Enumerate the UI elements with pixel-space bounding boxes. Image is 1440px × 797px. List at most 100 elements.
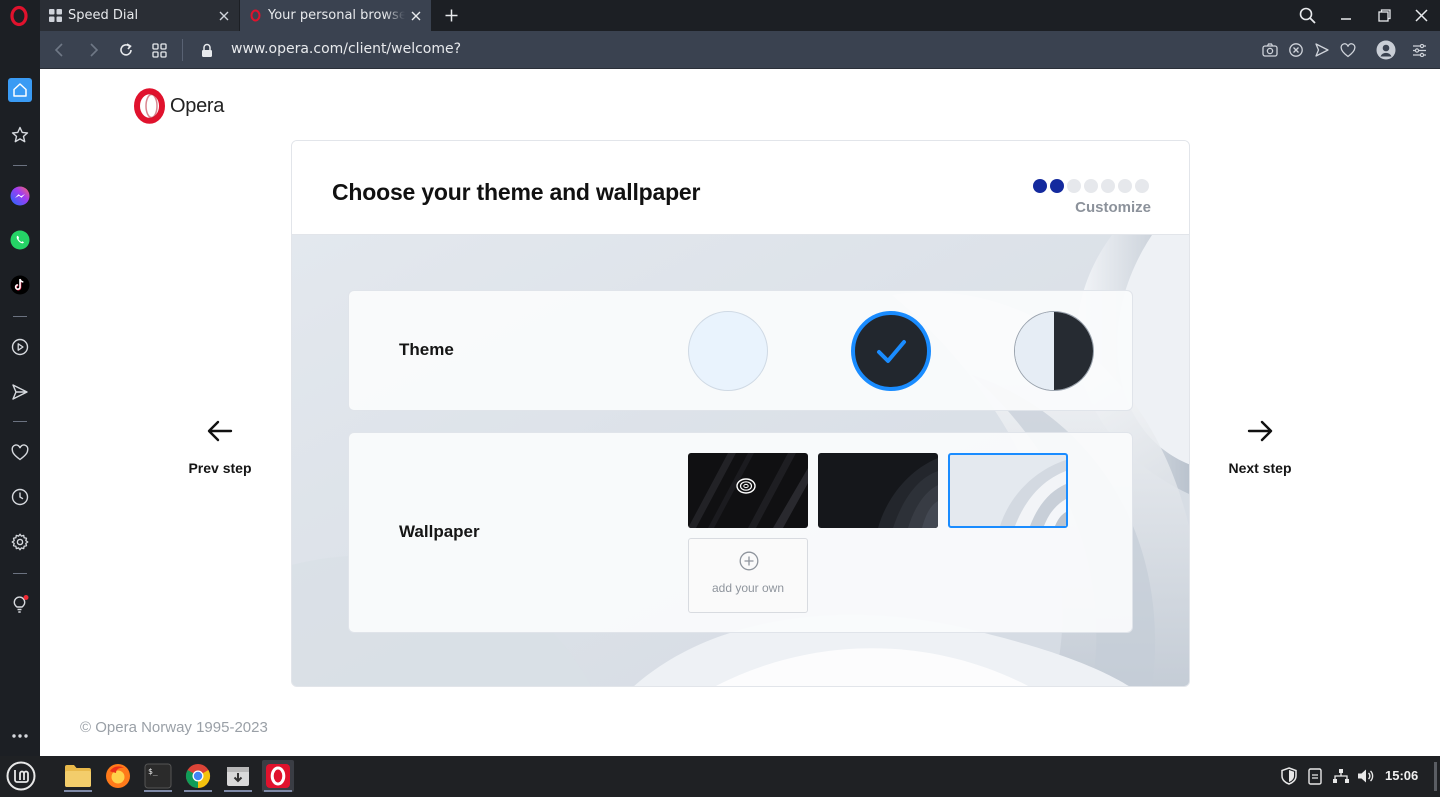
- theme-auto-option[interactable]: [1014, 311, 1094, 391]
- firefox-icon[interactable]: [102, 760, 134, 792]
- heart-icon[interactable]: [1338, 40, 1358, 60]
- svg-text:$_: $_: [148, 767, 158, 776]
- card-body: Theme Wallpaper add your own: [292, 235, 1189, 686]
- add-own-wallpaper-button[interactable]: add your own: [688, 538, 808, 613]
- add-own-label: add your own: [711, 581, 785, 595]
- tab-speed-dial[interactable]: Speed Dial: [40, 0, 239, 31]
- wallpaper-dark-logo[interactable]: [688, 453, 808, 528]
- messenger-icon[interactable]: [8, 184, 32, 208]
- files-icon[interactable]: [62, 760, 94, 792]
- opera-logo-icon: [134, 88, 165, 124]
- next-step-button[interactable]: Next step: [1205, 416, 1315, 476]
- minimize-icon[interactable]: [1333, 3, 1359, 27]
- wallpaper-label: Wallpaper: [399, 522, 480, 541]
- sidebar-divider: [13, 573, 27, 574]
- tab-snapshot-icon[interactable]: [148, 39, 170, 61]
- wallpaper-preview: [878, 458, 938, 528]
- archive-manager-icon[interactable]: [222, 760, 254, 792]
- terminal-icon[interactable]: $_: [142, 760, 174, 792]
- mint-menu-icon[interactable]: [5, 760, 37, 792]
- progress-dot: [1033, 179, 1047, 193]
- tips-icon[interactable]: [8, 592, 32, 616]
- sidebar-divider: [13, 421, 27, 422]
- wallpaper-light-waves[interactable]: [948, 453, 1068, 528]
- send-icon[interactable]: [8, 380, 32, 404]
- close-window-icon[interactable]: [1408, 3, 1434, 27]
- step-label: Customize: [1075, 199, 1151, 216]
- tab-title: Speed Dial: [68, 8, 139, 23]
- network-icon[interactable]: [1331, 766, 1351, 786]
- heart-icon[interactable]: [8, 440, 32, 464]
- opera-logo[interactable]: Opera: [133, 88, 224, 124]
- settings-icon[interactable]: [8, 530, 32, 554]
- copyright-footer: © Opera Norway 1995-2023: [80, 719, 268, 736]
- new-tab-icon[interactable]: [440, 4, 462, 26]
- running-indicator: [264, 790, 292, 792]
- profile-avatar-icon[interactable]: [1375, 39, 1397, 61]
- clipboard-icon[interactable]: [1305, 766, 1325, 786]
- running-indicator: [144, 790, 172, 792]
- home-icon[interactable]: [8, 78, 32, 102]
- progress-dot: [1118, 179, 1132, 193]
- sidebar-divider: [13, 316, 27, 317]
- progress-dot: [1135, 179, 1149, 193]
- progress-dot: [1084, 179, 1098, 193]
- back-icon[interactable]: [49, 39, 71, 61]
- wallpaper-panel: Wallpaper add your own: [348, 432, 1133, 633]
- volume-icon[interactable]: [1356, 766, 1376, 786]
- page-title: Choose your theme and wallpaper: [332, 179, 701, 205]
- progress-dot: [1101, 179, 1115, 193]
- bookmarks-icon[interactable]: [8, 123, 32, 147]
- tab-title: Your personal browser is ready: [268, 8, 405, 23]
- plus-circle-icon: [739, 551, 759, 571]
- restore-icon[interactable]: [1371, 3, 1397, 27]
- tab-bar: Speed Dial Your personal browser is read…: [0, 0, 1440, 31]
- whatsapp-icon[interactable]: [8, 228, 32, 252]
- easy-setup-icon[interactable]: [1409, 40, 1429, 60]
- speed-dial-icon: [48, 9, 62, 23]
- history-icon[interactable]: [8, 485, 32, 509]
- sidebar: [0, 31, 40, 756]
- theme-panel: Theme: [348, 290, 1133, 411]
- ad-blocker-icon[interactable]: [1286, 40, 1306, 60]
- more-icon[interactable]: [8, 724, 32, 748]
- sidebar-divider: [13, 165, 27, 166]
- running-indicator: [64, 790, 92, 792]
- lock-icon[interactable]: [196, 39, 218, 61]
- prev-step-button[interactable]: Prev step: [165, 416, 275, 476]
- theme-dark-option[interactable]: [851, 311, 931, 391]
- forward-icon[interactable]: [82, 39, 104, 61]
- opera-icon: [248, 9, 262, 23]
- clock[interactable]: 15:06: [1385, 768, 1418, 783]
- opera-menu-icon[interactable]: [8, 5, 30, 27]
- close-tab-icon[interactable]: [405, 5, 427, 27]
- search-tabs-icon[interactable]: [1294, 3, 1320, 27]
- show-desktop-edge[interactable]: [1434, 762, 1437, 791]
- url-field[interactable]: www.opera.com/client/welcome?: [231, 41, 461, 57]
- tiktok-icon[interactable]: [8, 273, 32, 297]
- reload-icon[interactable]: [115, 39, 137, 61]
- send-icon[interactable]: [1312, 40, 1332, 60]
- checkmark-icon: [877, 340, 906, 363]
- running-indicator: [184, 790, 212, 792]
- taskbar: $_ 15:06: [0, 756, 1440, 797]
- logo-text: Opera: [170, 94, 225, 117]
- onboarding-card: Choose your theme and wallpaper Customiz…: [291, 140, 1190, 687]
- card-header: Choose your theme and wallpaper Customiz…: [292, 141, 1189, 235]
- camera-icon[interactable]: [1260, 40, 1280, 60]
- player-icon[interactable]: [8, 335, 32, 359]
- close-tab-icon[interactable]: [213, 5, 235, 27]
- theme-light-option[interactable]: [688, 311, 768, 391]
- wallpaper-dark-waves[interactable]: [818, 453, 938, 528]
- tab-welcome[interactable]: Your personal browser is ready: [240, 0, 431, 31]
- opera-taskbar-icon[interactable]: [262, 760, 294, 792]
- toolbar-divider: [182, 39, 183, 61]
- prev-step-label: Prev step: [188, 460, 252, 476]
- half-moon-icon: [1015, 312, 1093, 390]
- address-bar-row: www.opera.com/client/welcome?: [40, 31, 1440, 69]
- chrome-icon[interactable]: [182, 760, 214, 792]
- progress-dot: [1050, 179, 1064, 193]
- arrow-right-icon: [1247, 420, 1273, 442]
- progress-dot: [1067, 179, 1081, 193]
- security-shield-icon[interactable]: [1279, 766, 1299, 786]
